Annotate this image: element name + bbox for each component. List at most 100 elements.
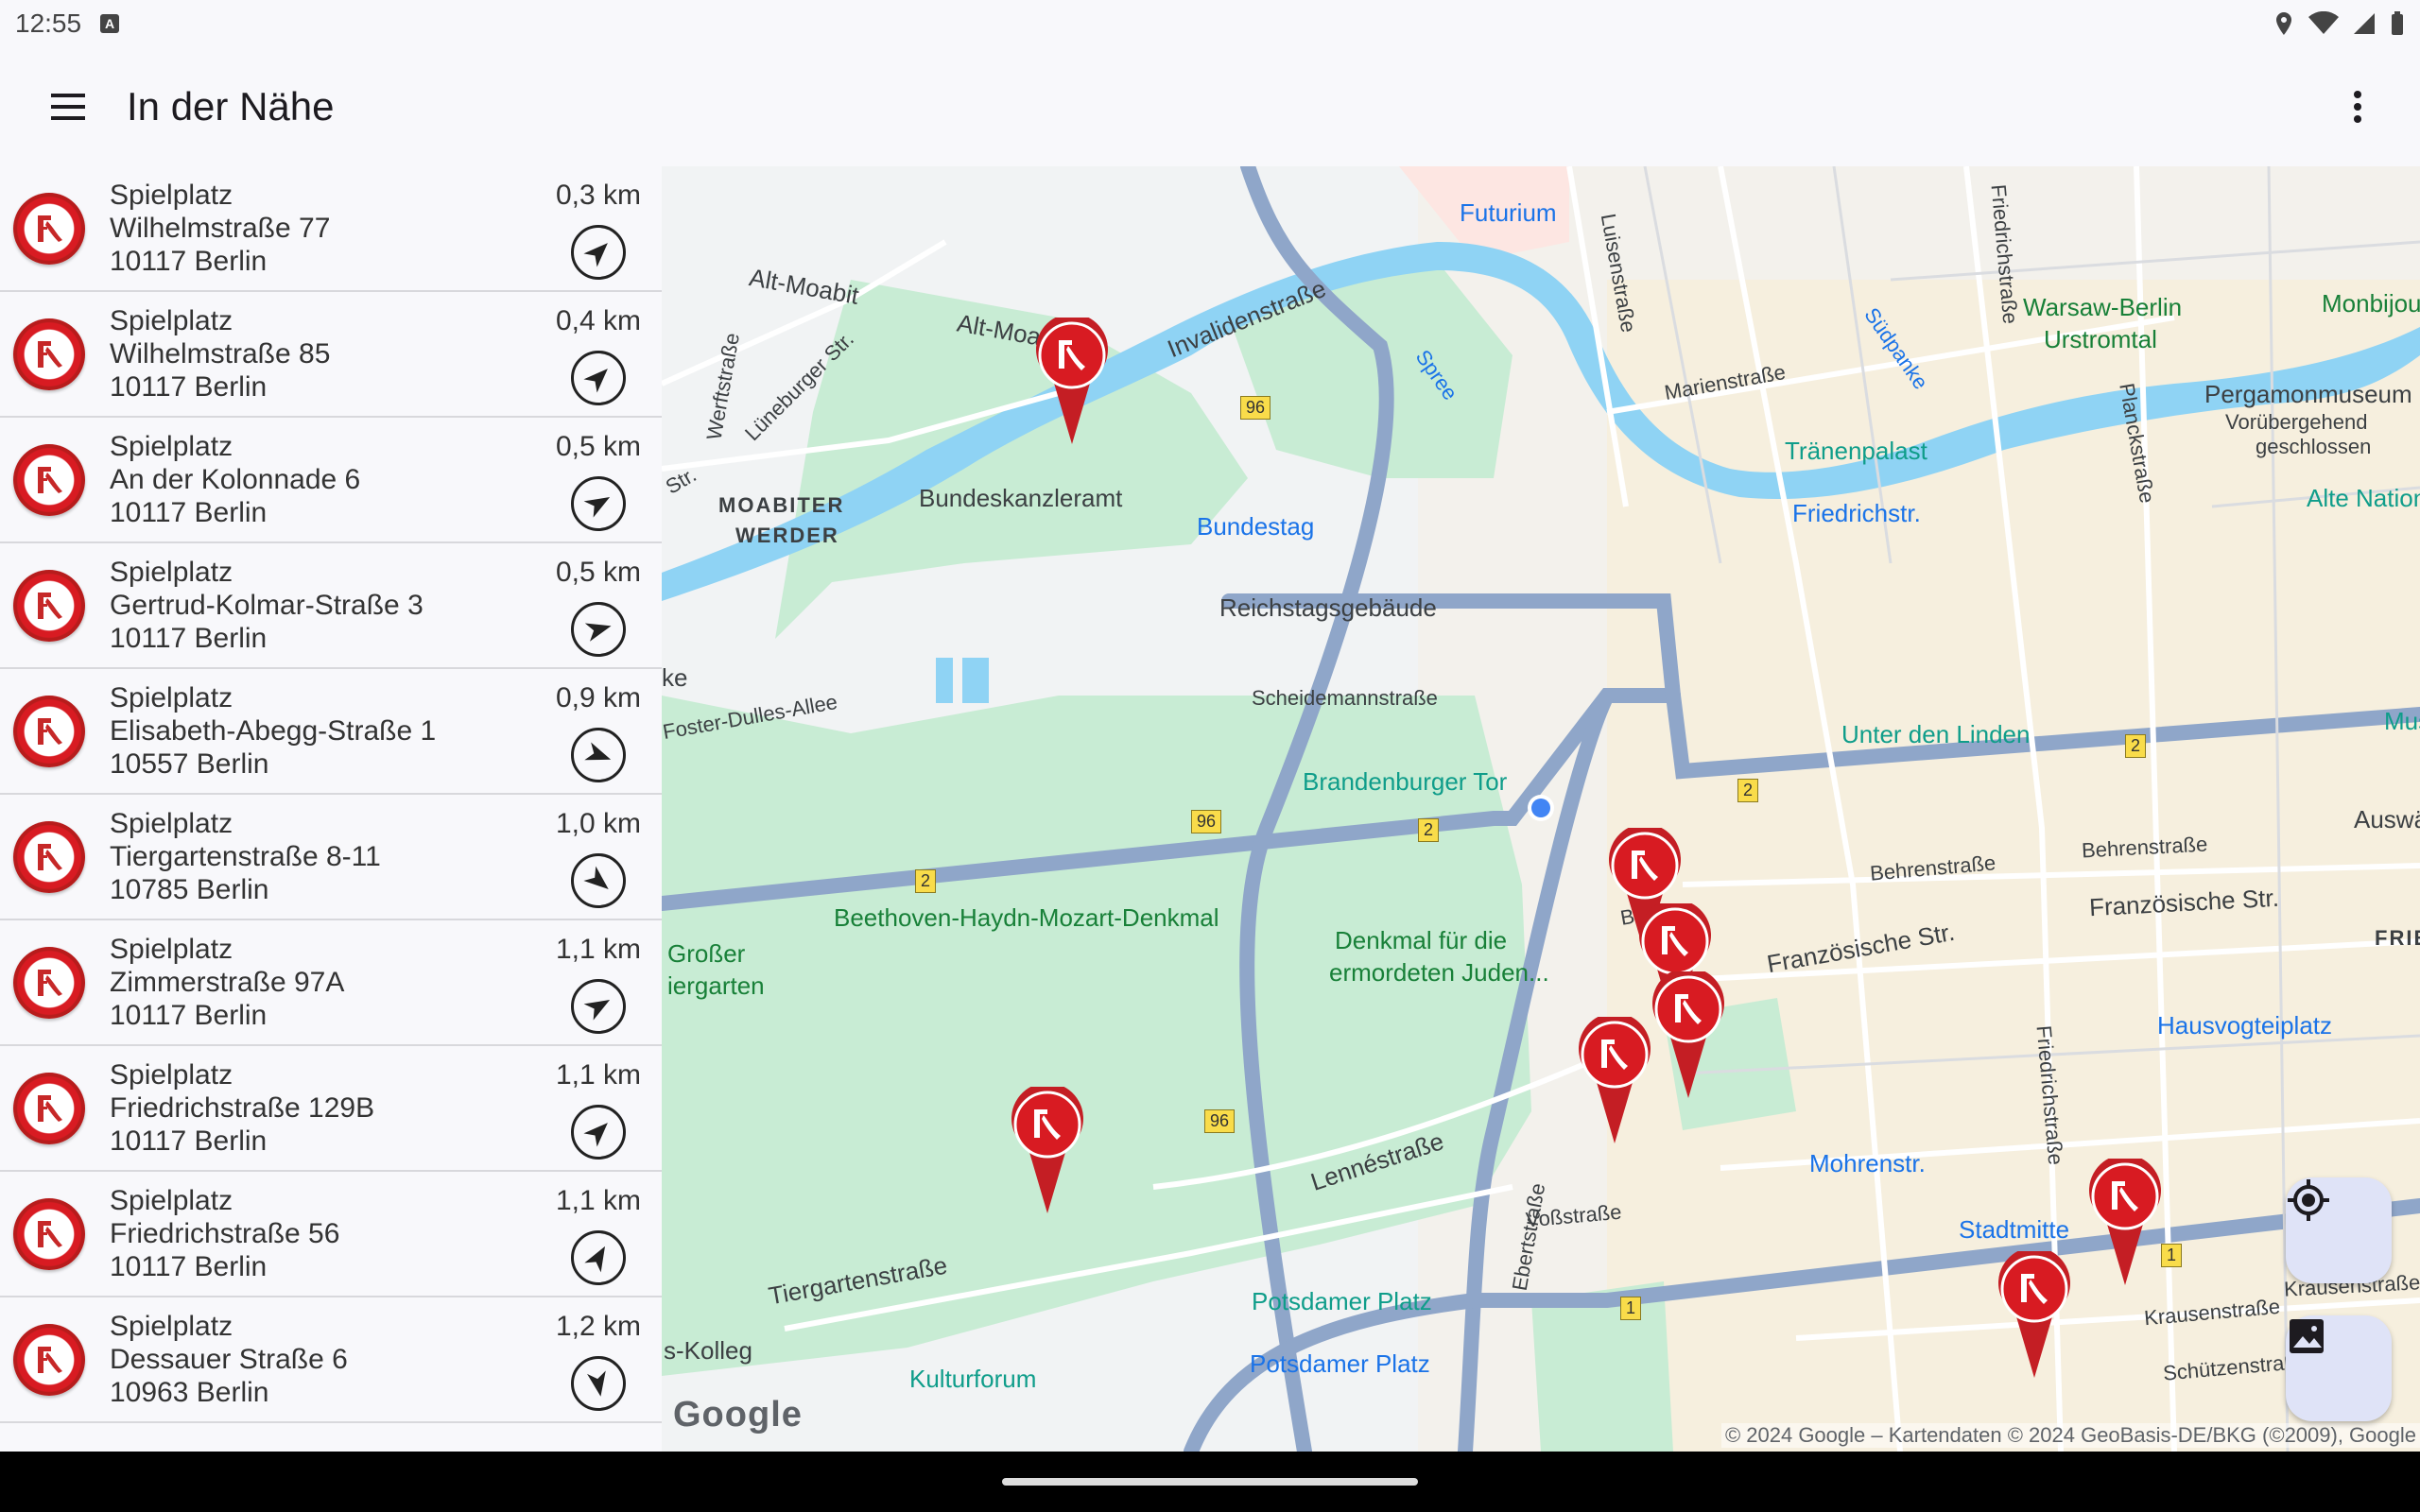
playground-icon xyxy=(13,946,85,1019)
place-text: Spielplatz Friedrichstraße 129B 10117 Berl… xyxy=(110,1058,374,1158)
map-label: Scheidemannstraße xyxy=(1252,686,1438,710)
direction-button[interactable] xyxy=(571,1230,626,1285)
direction-button[interactable] xyxy=(571,351,626,405)
place-type: Spielplatz xyxy=(110,682,233,713)
place-type: Spielplatz xyxy=(110,1311,233,1342)
place-distance: 0,4 km xyxy=(555,305,641,336)
direction-arrow-icon xyxy=(583,866,609,889)
place-type: Spielplatz xyxy=(110,557,233,588)
playground-icon xyxy=(13,318,85,390)
direction-arrow-icon xyxy=(584,623,612,642)
list-item[interactable]: Spielplatz An der Kolonnade 6 10117 Berlin… xyxy=(0,418,662,543)
map-label: Pergamonmuseum xyxy=(2204,380,2412,408)
gesture-handle[interactable] xyxy=(1002,1478,1418,1486)
place-distance: 0,3 km xyxy=(555,180,641,211)
place-city: 10557 Berlin xyxy=(110,748,269,780)
place-street: An der Kolonnade 6 xyxy=(110,464,361,495)
place-text: Spielplatz Elisabeth-Abegg-Straße 1 10557 … xyxy=(110,681,436,781)
route-badge: 2 xyxy=(915,869,937,893)
map-label: Friedrichstr. xyxy=(1792,499,1921,527)
list-item[interactable]: Spielplatz Wilhelmstraße 77 10117 Berlin 0,… xyxy=(0,166,662,292)
page-title: In der Nähe xyxy=(127,84,335,129)
playground-marker[interactable] xyxy=(1575,1017,1654,1145)
playground-marker[interactable] xyxy=(1995,1251,2074,1380)
map-label: Brandenburger Tor xyxy=(1303,767,1508,796)
map-label: Beethoven-Haydn-Mozart-Denkmal xyxy=(834,903,1219,932)
place-distance: 1,0 km xyxy=(555,808,641,839)
list-item[interactable]: Spielplatz Dessauer Straße 6 10963 Berlin 1… xyxy=(0,1297,662,1423)
map-type-button[interactable] xyxy=(2286,1315,2392,1421)
list-item[interactable]: Spielplatz Zimmerstraße 97A 10117 Berlin 1,… xyxy=(0,920,662,1046)
map-label: Monbijoup xyxy=(2322,289,2420,318)
direction-button[interactable] xyxy=(571,853,626,908)
list-item[interactable]: Spielplatz Elisabeth-Abegg-Straße 1 10557 … xyxy=(0,669,662,795)
direction-arrow-icon xyxy=(583,497,611,518)
hamburger-menu-icon xyxy=(51,94,85,120)
direction-button[interactable] xyxy=(571,1105,626,1160)
place-distance: 1,1 km xyxy=(555,1185,641,1216)
playground-marker[interactable] xyxy=(1649,971,1728,1100)
list-item[interactable]: Spielplatz Friedrichstraße 129B 10117 Berl… xyxy=(0,1046,662,1172)
playground-icon xyxy=(13,1323,85,1396)
direction-button[interactable] xyxy=(571,728,626,782)
map-label: Urstromtal xyxy=(2044,325,2157,353)
direction-button[interactable] xyxy=(571,225,626,280)
list-item[interactable]: Spielplatz Friedrichstraße 56 10117 Berlin… xyxy=(0,1172,662,1297)
signal-icon xyxy=(2354,13,2375,34)
map-label: Potsdamer Platz xyxy=(1252,1287,1432,1315)
map-label: Vorübergehend xyxy=(2225,410,2368,434)
direction-button[interactable] xyxy=(571,602,626,657)
playground-marker[interactable] xyxy=(2085,1159,2165,1287)
map-attribution[interactable]: © 2024 Google – Kartendaten © 2024 GeoBa… xyxy=(1720,1423,2420,1448)
wifi-icon xyxy=(2308,11,2339,34)
playground-marker[interactable] xyxy=(1032,318,1112,446)
direction-button[interactable] xyxy=(571,476,626,531)
place-distance: 1,1 km xyxy=(555,1059,641,1091)
route-badge: 96 xyxy=(1191,810,1222,833)
menu-button[interactable] xyxy=(34,73,102,141)
direction-button[interactable] xyxy=(571,1356,626,1411)
place-city: 10117 Berlin xyxy=(110,1000,268,1031)
map-label: Bundestag xyxy=(1197,512,1315,541)
map-label: Potsdamer Platz xyxy=(1250,1349,1430,1378)
route-badge: 96 xyxy=(1240,396,1271,420)
direction-arrow-icon xyxy=(583,1123,608,1147)
place-city: 10117 Berlin xyxy=(110,246,268,277)
map-label: Kulturforum xyxy=(909,1365,1037,1393)
my-location-button[interactable] xyxy=(2286,1177,2392,1283)
places-list: Spielplatz Wilhelmstraße 77 10117 Berlin 0,… xyxy=(0,166,662,1452)
map-label: Alte Nationa xyxy=(2307,484,2420,512)
map-label: Denkmal für die xyxy=(1335,926,1508,954)
place-city: 10963 Berlin xyxy=(110,1377,269,1408)
route-badge: 1 xyxy=(1620,1297,1642,1320)
place-street: Wilhelmstraße 77 xyxy=(110,213,331,244)
status-bar: 12:55 A xyxy=(0,0,2420,47)
list-item[interactable]: Spielplatz Wilhelmstraße 85 10117 Berlin 0,… xyxy=(0,292,662,418)
map-label: s-Kolleg xyxy=(664,1336,752,1365)
more-options-button[interactable] xyxy=(2324,73,2392,141)
place-text: Spielplatz Wilhelmstraße 77 10117 Berlin xyxy=(110,179,330,278)
list-item[interactable]: Spielplatz Tiergartenstraße 8-11 10785 Ber… xyxy=(0,795,662,920)
more-vert-icon xyxy=(2354,91,2361,123)
playground-icon xyxy=(13,1072,85,1144)
place-type: Spielplatz xyxy=(110,934,233,965)
playground-marker[interactable] xyxy=(1008,1087,1087,1215)
map-label: Warsaw-Berlin xyxy=(2023,293,2183,321)
route-badge: 2 xyxy=(1418,818,1440,842)
map-view[interactable]: Invalidenstraße Futurium Alt-Moabit Alt-… xyxy=(662,166,2420,1452)
playground-icon xyxy=(13,569,85,642)
place-city: 10117 Berlin xyxy=(110,1251,268,1282)
place-text: Spielplatz Tiergartenstraße 8-11 10785 Ber… xyxy=(110,807,381,906)
map-label: FRIE xyxy=(2375,926,2420,950)
direction-arrow-icon xyxy=(584,742,612,761)
place-distance: 1,1 km xyxy=(555,934,641,965)
list-item[interactable]: Spielplatz Gertrud-Kolmar-Straße 3 10117 B… xyxy=(0,543,662,669)
place-street: Dessauer Straße 6 xyxy=(110,1344,348,1375)
direction-button[interactable] xyxy=(571,979,626,1034)
map-label: Auswärt xyxy=(2354,805,2420,833)
place-text: Spielplatz Gertrud-Kolmar-Straße 3 10117 B… xyxy=(110,556,424,655)
place-text: Spielplatz Wilhelmstraße 85 10117 Berlin xyxy=(110,304,330,404)
map-label: Mohrenstr. xyxy=(1809,1149,1926,1177)
place-city: 10117 Berlin xyxy=(110,497,268,528)
navigation-bar xyxy=(0,1452,2420,1512)
